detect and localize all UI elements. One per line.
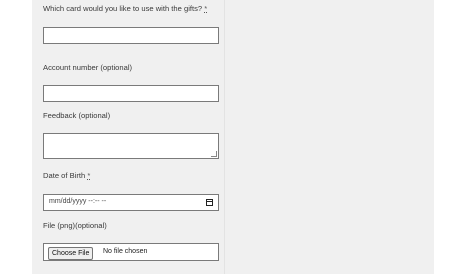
feedback-label: Feedback (optional) — [43, 111, 111, 120]
form-column: Which card would you like to use with th… — [32, 0, 225, 274]
dob-input[interactable]: mm/dd/yyyy --:-- -- — [43, 194, 219, 211]
file-input: Choose File No file chosen — [43, 243, 219, 261]
file-label: File (png)(optional) — [43, 221, 107, 230]
card-question-input[interactable] — [43, 27, 219, 44]
account-number-input[interactable] — [43, 85, 219, 102]
account-number-label: Account number (optional) — [43, 63, 133, 72]
form-panel: Which card would you like to use with th… — [32, 0, 434, 274]
resize-grip-icon[interactable] — [211, 151, 217, 157]
required-mark: * — [87, 171, 91, 180]
feedback-textarea[interactable] — [43, 133, 219, 159]
choose-file-button[interactable]: Choose File — [48, 247, 94, 260]
required-mark: * — [204, 4, 208, 13]
calendar-icon[interactable] — [206, 199, 213, 206]
file-status: No file chosen — [103, 248, 148, 255]
card-question-label: Which card would you like to use with th… — [43, 4, 208, 13]
dob-placeholder: mm/dd/yyyy --:-- -- — [49, 198, 107, 205]
dob-label: Date of Birth * — [43, 171, 91, 180]
